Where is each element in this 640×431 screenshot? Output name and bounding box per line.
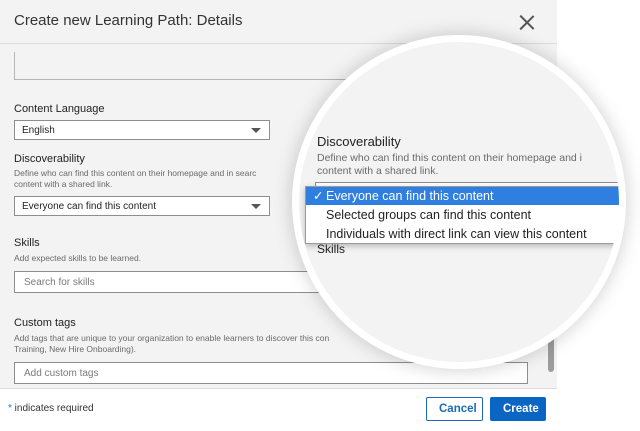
dropdown-option-direct-link[interactable]: Individuals with direct link can view th…: [306, 225, 619, 243]
magnifier-callout: Discoverability Define who can find this…: [299, 42, 619, 362]
skills-label: Skills: [14, 237, 40, 249]
required-note: * indicates required: [8, 403, 94, 414]
skills-placeholder: Search for skills: [24, 277, 95, 288]
magnified-hint-line-2: content with a shared link.: [317, 165, 439, 177]
check-icon: ✓: [313, 189, 324, 203]
cancel-button[interactable]: Cancel: [426, 397, 483, 421]
skills-hint: Add expected skills to be learned.: [14, 253, 142, 263]
magnified-skills-label: Skills: [317, 242, 346, 256]
create-button[interactable]: Create: [490, 397, 546, 421]
discoverability-value: Everyone can find this content: [22, 201, 156, 212]
discoverability-hint-line-1: Define who can find this content on thei…: [14, 168, 257, 178]
close-icon[interactable]: [516, 12, 538, 34]
required-text: indicates required: [11, 403, 94, 414]
content-language-value: English: [22, 125, 55, 136]
dropdown-option-everyone[interactable]: ✓ Everyone can find this content: [306, 187, 619, 205]
option-label: Individuals with direct link can view th…: [326, 227, 587, 241]
discoverability-dropdown-menu: ✓ Everyone can find this content Selecte…: [305, 186, 619, 244]
custom-tags-hint-line-2: Training, New Hire Onboarding).: [14, 344, 137, 354]
chevron-down-icon: [251, 128, 261, 133]
discoverability-select[interactable]: Everyone can find this content: [14, 196, 270, 216]
custom-tags-hint-line-1: Add tags that are unique to your organiz…: [14, 333, 330, 343]
option-label: Everyone can find this content: [326, 189, 494, 203]
dialog-header: Create new Learning Path: Details: [0, 0, 557, 44]
magnified-hint-line-1: Define who can find this content on thei…: [317, 152, 583, 164]
custom-tags-input[interactable]: Add custom tags: [14, 362, 528, 384]
content-language-label: Content Language: [14, 103, 105, 115]
content-language-select[interactable]: English: [14, 120, 270, 140]
option-label: Selected groups can find this content: [326, 208, 531, 222]
chevron-down-icon: [251, 204, 261, 209]
dialog-title: Create new Learning Path: Details: [14, 12, 243, 29]
magnified-discoverability-label: Discoverability: [317, 134, 401, 149]
dialog-footer: * indicates required Cancel Create: [0, 388, 557, 431]
dropdown-option-selected-groups[interactable]: Selected groups can find this content: [306, 206, 619, 224]
discoverability-hint-line-2: content with a shared link.: [14, 179, 113, 189]
custom-tags-label: Custom tags: [14, 317, 76, 329]
discoverability-label: Discoverability: [14, 153, 85, 165]
custom-tags-placeholder: Add custom tags: [24, 368, 99, 379]
